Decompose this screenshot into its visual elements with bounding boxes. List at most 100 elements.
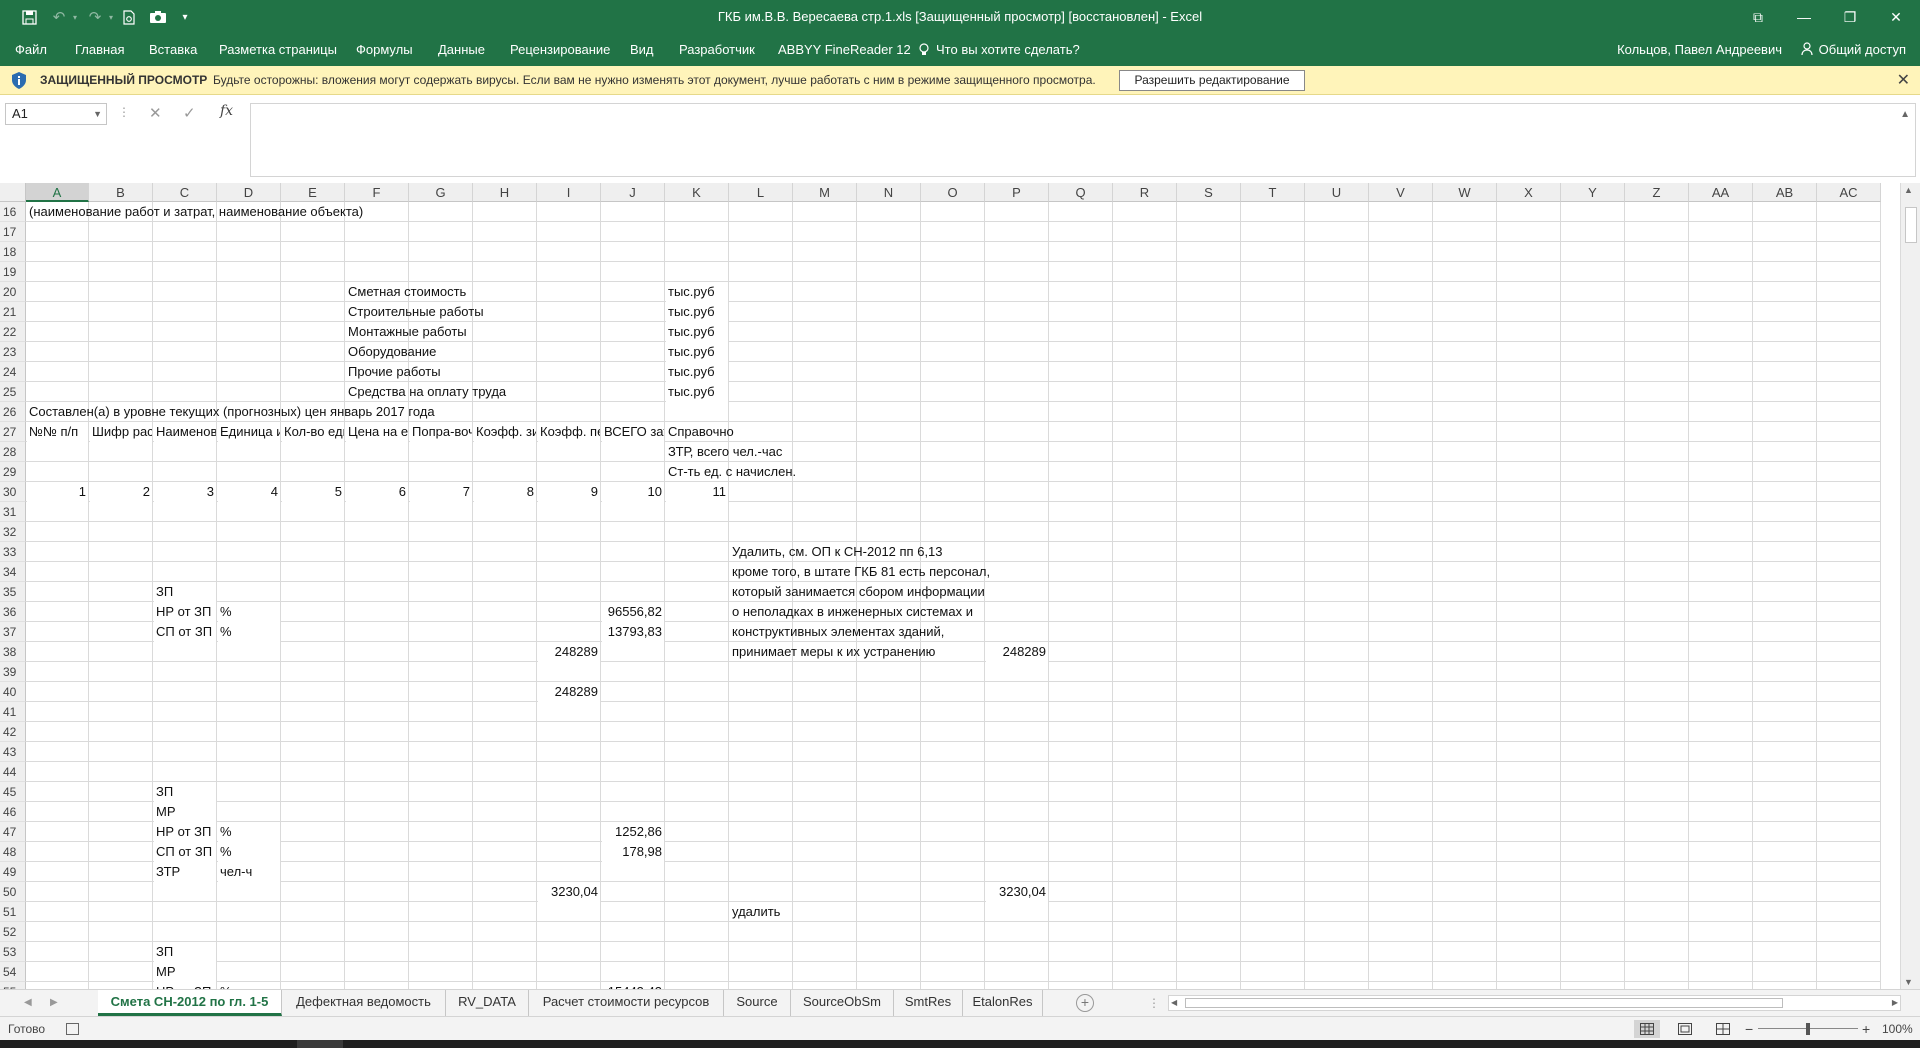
column-header-x[interactable]: X: [1497, 183, 1561, 202]
cell-k23[interactable]: тыс.руб: [666, 342, 728, 362]
close-icon[interactable]: ✕: [1897, 66, 1910, 95]
row-header-44[interactable]: 44: [0, 762, 26, 782]
sheet-prev-icon[interactable]: ◀: [24, 990, 32, 1016]
zoom-slider-thumb[interactable]: [1806, 1023, 1810, 1035]
cell-b30[interactable]: 2: [90, 482, 152, 502]
undo-icon[interactable]: ↶: [48, 6, 70, 28]
cell-k30[interactable]: 11: [666, 482, 728, 502]
vertical-scroll-thumb[interactable]: [1905, 207, 1917, 243]
cell-c36[interactable]: НР от ЗП: [154, 602, 216, 622]
column-header-ab[interactable]: AB: [1753, 183, 1817, 202]
row-header-50[interactable]: 50: [0, 882, 26, 902]
column-header-h[interactable]: H: [473, 183, 537, 202]
cell-a27[interactable]: №№ п/п: [27, 422, 88, 442]
column-header-ac[interactable]: AC: [1817, 183, 1881, 202]
cell-i27[interactable]: Коэфф. пересчета: [538, 422, 600, 442]
row-header-34[interactable]: 34: [0, 562, 26, 582]
row-header-18[interactable]: 18: [0, 242, 26, 262]
cell-l38[interactable]: принимает меры к их устранению: [730, 642, 935, 662]
column-header-aa[interactable]: AA: [1689, 183, 1753, 202]
select-all-button[interactable]: [0, 183, 26, 202]
cell-a16[interactable]: (наименование работ и затрат, наименован…: [27, 202, 363, 222]
cell-c47[interactable]: НР от ЗП: [154, 822, 216, 842]
cell-f20[interactable]: Сметная стоимость: [346, 282, 466, 302]
formula-input[interactable]: [250, 103, 1916, 177]
tab-abbyy[interactable]: ABBYY FineReader 12: [778, 34, 911, 66]
row-header-33[interactable]: 33: [0, 542, 26, 562]
save-icon[interactable]: [18, 6, 40, 28]
row-header-43[interactable]: 43: [0, 742, 26, 762]
scroll-left-icon[interactable]: ◀: [1171, 996, 1177, 1010]
column-header-y[interactable]: Y: [1561, 183, 1625, 202]
cell-i30[interactable]: 9: [538, 482, 600, 502]
vertical-scrollbar[interactable]: ▲ ▼: [1900, 183, 1920, 989]
cell-h27[interactable]: Коэфф. зимних: [474, 422, 536, 442]
insert-function-icon[interactable]: fx: [220, 103, 233, 119]
formula-bar-splitter[interactable]: ⋮: [118, 105, 130, 119]
scroll-up-icon[interactable]: ▲: [1904, 185, 1913, 195]
column-header-b[interactable]: B: [89, 183, 153, 202]
tab-data[interactable]: Данные: [438, 34, 485, 66]
user-name[interactable]: Кольцов, Павел Андреевич: [1617, 34, 1782, 66]
cell-c37[interactable]: СП от ЗП: [154, 622, 216, 642]
cell-c49[interactable]: ЗТР: [154, 862, 216, 882]
tab-split-handle[interactable]: ⋮: [1148, 990, 1160, 1016]
cell-l51[interactable]: удалить: [730, 902, 792, 922]
cell-f21[interactable]: Строительные работы: [346, 302, 484, 322]
cell-p50[interactable]: 3230,04: [986, 882, 1048, 902]
sheet-tab-smtres[interactable]: SmtRes: [894, 990, 963, 1016]
customize-qat-icon[interactable]: ▾: [178, 6, 192, 28]
collapse-formula-bar-icon[interactable]: ▲: [1900, 109, 1910, 120]
row-header-35[interactable]: 35: [0, 582, 26, 602]
cell-d48[interactable]: %: [218, 842, 280, 862]
row-header-16[interactable]: 16: [0, 202, 26, 222]
column-header-k[interactable]: K: [665, 183, 729, 202]
row-header-30[interactable]: 30: [0, 482, 26, 502]
column-header-u[interactable]: U: [1305, 183, 1369, 202]
zoom-out-icon[interactable]: −: [1745, 1017, 1753, 1041]
column-header-m[interactable]: M: [793, 183, 857, 202]
row-header-38[interactable]: 38: [0, 642, 26, 662]
cell-c27[interactable]: Наименование: [154, 422, 216, 442]
tell-me-box[interactable]: Что вы хотите сделать?: [918, 34, 1080, 66]
cell-c45[interactable]: ЗП: [154, 782, 216, 802]
cell-c53[interactable]: ЗП: [154, 942, 216, 962]
cell-l37[interactable]: конструктивных элементах зданий,: [730, 622, 944, 642]
redo-icon[interactable]: ↷: [84, 6, 106, 28]
column-header-n[interactable]: N: [857, 183, 921, 202]
row-header-41[interactable]: 41: [0, 702, 26, 722]
row-header-32[interactable]: 32: [0, 522, 26, 542]
row-header-54[interactable]: 54: [0, 962, 26, 982]
enter-icon[interactable]: ✓: [183, 104, 196, 122]
cell-j37[interactable]: 13793,83: [602, 622, 664, 642]
cell-g27[interactable]: Попра-вочные: [410, 422, 472, 442]
row-header-25[interactable]: 25: [0, 382, 26, 402]
cell-f30[interactable]: 6: [346, 482, 408, 502]
cell-k24[interactable]: тыс.руб: [666, 362, 728, 382]
column-header-f[interactable]: F: [345, 183, 409, 202]
scroll-right-icon[interactable]: ▶: [1892, 996, 1898, 1010]
undo-dropdown-icon[interactable]: ▾: [70, 6, 80, 28]
share-button[interactable]: Общий доступ: [1797, 38, 1906, 62]
redo-dropdown-icon[interactable]: ▾: [106, 6, 116, 28]
page-layout-view-button[interactable]: [1672, 1020, 1698, 1038]
cell-e30[interactable]: 5: [282, 482, 344, 502]
page-break-view-button[interactable]: [1710, 1020, 1736, 1038]
row-header-19[interactable]: 19: [0, 262, 26, 282]
cell-d55[interactable]: %: [218, 982, 280, 989]
cell-k21[interactable]: тыс.руб: [666, 302, 728, 322]
row-header-46[interactable]: 46: [0, 802, 26, 822]
cell-i38[interactable]: 248289: [538, 642, 600, 662]
macro-recording-icon[interactable]: [66, 1023, 79, 1035]
cell-f24[interactable]: Прочие работы: [346, 362, 441, 382]
cell-c30[interactable]: 3: [154, 482, 216, 502]
tab-file[interactable]: Файл: [15, 34, 47, 66]
cell-j48[interactable]: 178,98: [602, 842, 664, 862]
cell-j27[interactable]: ВСЕГО затрат: [602, 422, 664, 442]
row-header-45[interactable]: 45: [0, 782, 26, 802]
horizontal-scroll-thumb[interactable]: [1185, 998, 1783, 1008]
column-header-z[interactable]: Z: [1625, 183, 1689, 202]
tab-page-layout[interactable]: Разметка страницы: [219, 34, 337, 66]
row-header-39[interactable]: 39: [0, 662, 26, 682]
cell-c54[interactable]: МР: [154, 962, 216, 982]
